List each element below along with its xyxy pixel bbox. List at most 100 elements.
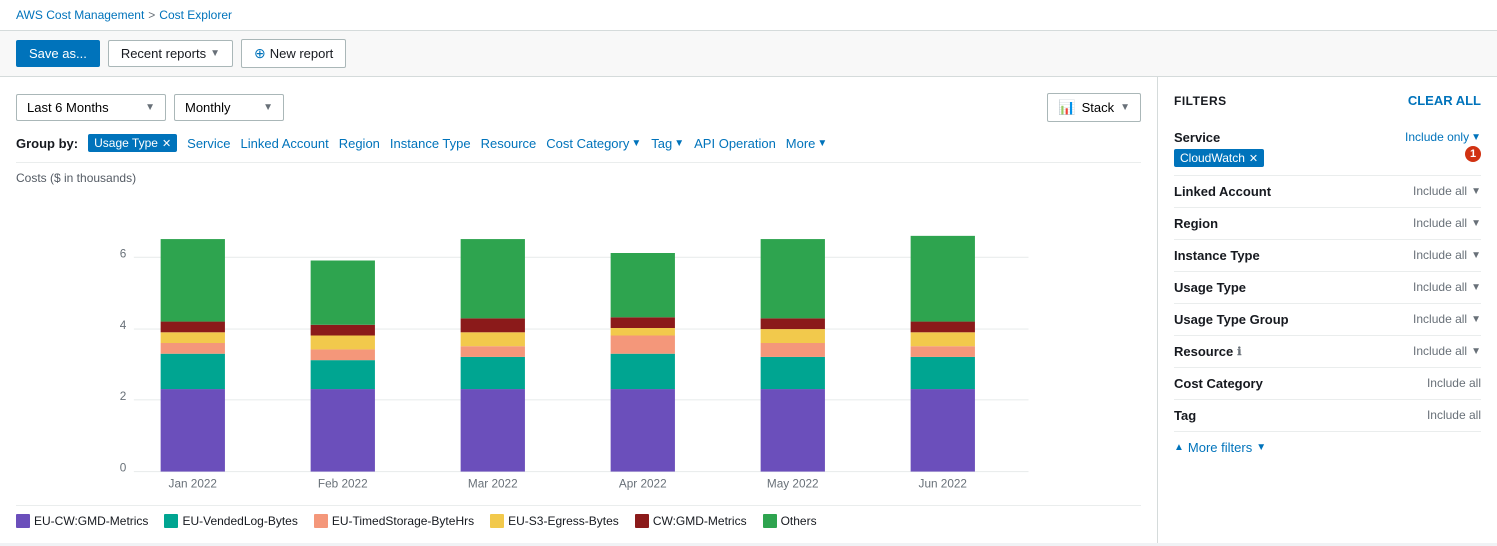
- chevron-down-icon: ▼: [1120, 102, 1130, 113]
- toolbar: Save as... Recent reports ▼ ⊕ New report: [0, 31, 1497, 77]
- region-label: Region: [1174, 216, 1218, 231]
- chevron-down-icon: ▼: [1256, 442, 1266, 453]
- filter-usage-type-group: Usage Type Group Include all ▼: [1174, 304, 1481, 336]
- group-by-service[interactable]: Service: [187, 136, 230, 151]
- legend-eu-cw-gmd: EU-CW:GMD-Metrics: [16, 514, 148, 528]
- svg-text:Jan 2022: Jan 2022: [169, 478, 217, 491]
- chevron-down-icon: ▼: [145, 102, 155, 113]
- legend-label-eu-timed: EU-TimedStorage-ByteHrs: [332, 514, 474, 528]
- stack-button[interactable]: 📊 Stack ▼: [1047, 93, 1141, 122]
- chevron-down-icon: ▼: [1471, 250, 1481, 261]
- legend-label-eu-cw-gmd: EU-CW:GMD-Metrics: [34, 514, 148, 528]
- filter-tag: Tag Include all: [1174, 400, 1481, 432]
- resource-control[interactable]: Include all ▼: [1413, 344, 1481, 358]
- legend-color-eu-timed: [314, 514, 328, 528]
- group-by-label: Group by:: [16, 136, 78, 151]
- legend-label-cw-gmd: CW:GMD-Metrics: [653, 514, 747, 528]
- usage-type-chip[interactable]: Usage Type ✕: [88, 134, 177, 152]
- svg-text:0: 0: [120, 462, 127, 475]
- legend-label-eu-s3: EU-S3-Egress-Bytes: [508, 514, 619, 528]
- legend-color-eu-cw-gmd: [16, 514, 30, 528]
- recent-reports-button[interactable]: Recent reports ▼: [108, 40, 233, 67]
- legend-eu-vended: EU-VendedLog-Bytes: [164, 514, 297, 528]
- bar-chart-icon: 📊: [1058, 99, 1075, 116]
- svg-text:Jun 2022: Jun 2022: [919, 478, 967, 491]
- top-bar: AWS Cost Management > Cost Explorer: [0, 0, 1497, 31]
- legend-color-eu-vended: [164, 514, 178, 528]
- legend-label-eu-vended: EU-VendedLog-Bytes: [182, 514, 297, 528]
- group-by-row: Group by: Usage Type ✕ Service Linked Ac…: [16, 134, 1141, 163]
- cloudwatch-chip[interactable]: CloudWatch ✕: [1174, 149, 1264, 167]
- group-by-more[interactable]: More ▼: [786, 136, 828, 151]
- plus-icon: ⊕: [254, 45, 266, 62]
- date-range-label: Last 6 Months: [27, 100, 109, 115]
- chart-container: 0 2 4 6 Jan 2022: [16, 193, 1141, 493]
- close-icon[interactable]: ✕: [1249, 152, 1258, 165]
- group-by-api-operation[interactable]: API Operation: [694, 136, 776, 151]
- filter-service: Service CloudWatch ✕ Include only ▼ 1: [1174, 122, 1481, 176]
- cost-category-control[interactable]: Include all: [1427, 376, 1481, 390]
- legend-color-cw-gmd: [635, 514, 649, 528]
- legend-label-others: Others: [781, 514, 817, 528]
- more-filters-button[interactable]: ▲ More filters ▼: [1174, 432, 1481, 455]
- tag-label: Tag: [1174, 408, 1196, 423]
- chip-label: Usage Type: [94, 136, 158, 150]
- granularity-label: Monthly: [185, 100, 231, 115]
- service-badge: 1: [1465, 146, 1481, 162]
- stack-label: Stack: [1082, 100, 1115, 115]
- group-by-resource[interactable]: Resource: [481, 136, 537, 151]
- include-only-control[interactable]: Include only ▼: [1405, 130, 1481, 144]
- linked-account-control[interactable]: Include all ▼: [1413, 184, 1481, 198]
- chevron-down-icon: ▼: [1471, 132, 1481, 143]
- svg-text:4: 4: [120, 319, 127, 332]
- breadcrumb: AWS Cost Management > Cost Explorer: [16, 8, 232, 22]
- date-range-dropdown[interactable]: Last 6 Months ▼: [16, 94, 166, 121]
- instance-type-label: Instance Type: [1174, 248, 1260, 263]
- legend-eu-s3: EU-S3-Egress-Bytes: [490, 514, 619, 528]
- filter-resource: Resource ℹ Include all ▼: [1174, 336, 1481, 368]
- chevron-down-icon: ▼: [263, 102, 273, 113]
- region-control[interactable]: Include all ▼: [1413, 216, 1481, 230]
- recent-reports-label: Recent reports: [121, 46, 206, 61]
- main-layout: Last 6 Months ▼ Monthly ▼ 📊 Stack ▼ Grou…: [0, 77, 1497, 543]
- chevron-down-icon: ▼: [1471, 314, 1481, 325]
- filter-cost-category: Cost Category Include all: [1174, 368, 1481, 400]
- granularity-dropdown[interactable]: Monthly ▼: [174, 94, 284, 121]
- chevron-down-icon: ▼: [817, 138, 827, 149]
- group-by-cost-category[interactable]: Cost Category ▼: [546, 136, 641, 151]
- tag-control[interactable]: Include all: [1427, 408, 1481, 422]
- chevron-down-icon: ▼: [1471, 186, 1481, 197]
- instance-type-control[interactable]: Include all ▼: [1413, 248, 1481, 262]
- breadcrumb-sep: >: [148, 8, 155, 22]
- legend-eu-timed: EU-TimedStorage-ByteHrs: [314, 514, 474, 528]
- service-filter-label: Service: [1174, 130, 1264, 145]
- filters-header: FILTERS CLEAR ALL: [1174, 93, 1481, 108]
- breadcrumb-parent[interactable]: AWS Cost Management: [16, 8, 144, 22]
- new-report-button[interactable]: ⊕ New report: [241, 39, 346, 68]
- resource-label: Resource ℹ: [1174, 344, 1241, 359]
- clear-all-button[interactable]: CLEAR ALL: [1408, 93, 1481, 108]
- chevron-down-icon: ▼: [1471, 282, 1481, 293]
- filters-sidebar: FILTERS CLEAR ALL Service CloudWatch ✕ I…: [1157, 77, 1497, 543]
- svg-text:May 2022: May 2022: [767, 478, 819, 491]
- legend-color-eu-s3: [490, 514, 504, 528]
- group-by-instance-type[interactable]: Instance Type: [390, 136, 471, 151]
- group-by-linked-account[interactable]: Linked Account: [241, 136, 329, 151]
- save-as-button[interactable]: Save as...: [16, 40, 100, 67]
- close-icon[interactable]: ✕: [162, 137, 171, 150]
- legend-others: Others: [763, 514, 817, 528]
- svg-text:2: 2: [120, 390, 127, 403]
- chevron-down-icon: ▼: [210, 48, 220, 59]
- chart-legend: EU-CW:GMD-Metrics EU-VendedLog-Bytes EU-…: [16, 505, 1141, 528]
- usage-type-control[interactable]: Include all ▼: [1413, 280, 1481, 294]
- svg-text:Apr 2022: Apr 2022: [619, 478, 667, 491]
- chart-title: Costs ($ in thousands): [16, 171, 1141, 185]
- usage-type-group-label: Usage Type Group: [1174, 312, 1289, 327]
- group-by-tag[interactable]: Tag ▼: [651, 136, 684, 151]
- chevron-down-icon: ▼: [674, 138, 684, 149]
- breadcrumb-current: Cost Explorer: [159, 8, 232, 22]
- usage-type-group-control[interactable]: Include all ▼: [1413, 312, 1481, 326]
- chevron-down-icon: ▼: [1471, 218, 1481, 229]
- group-by-region[interactable]: Region: [339, 136, 380, 151]
- svg-text:Feb 2022: Feb 2022: [318, 478, 368, 491]
